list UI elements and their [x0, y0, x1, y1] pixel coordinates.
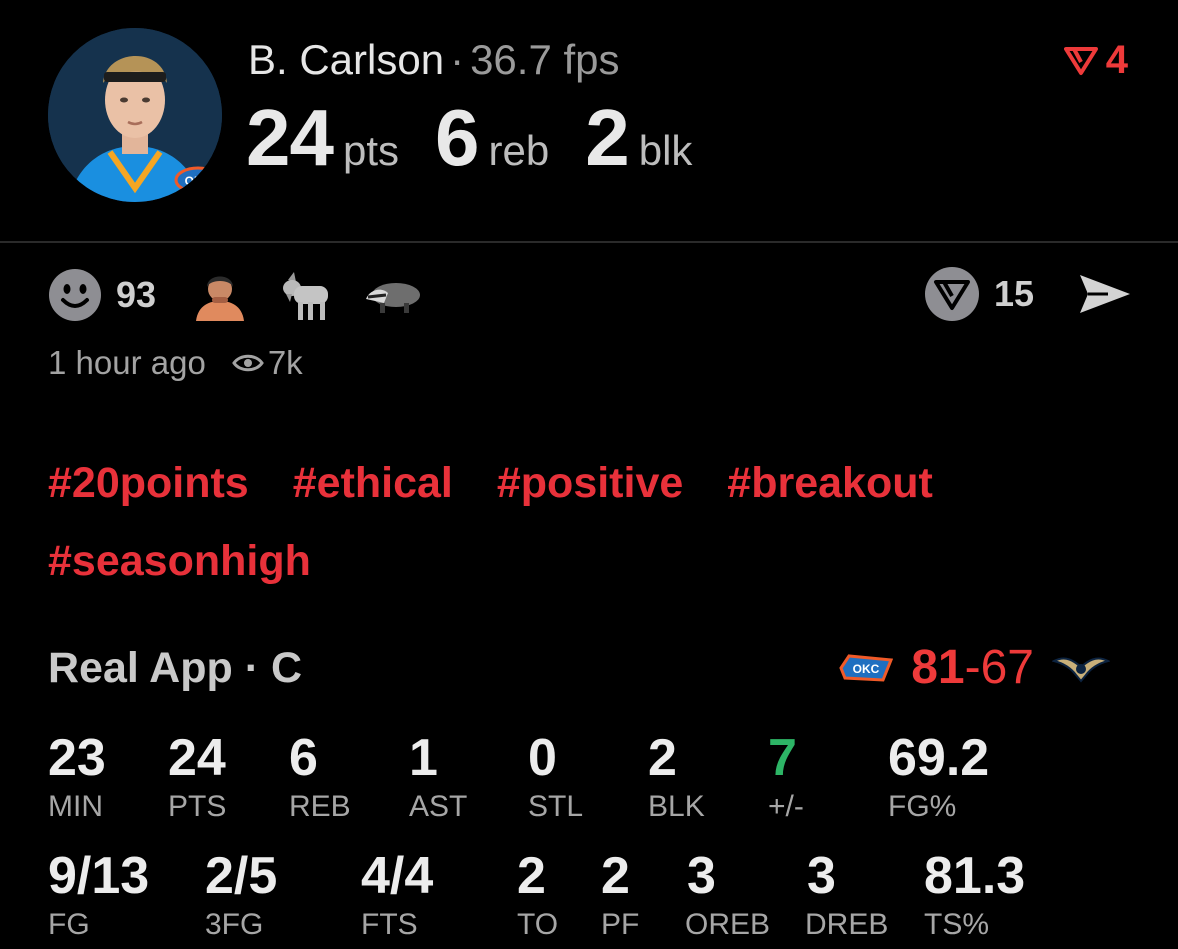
stat-3fg: 2/5 3FG	[205, 850, 277, 942]
stat-fg-pct: 69.2 FG%	[888, 732, 989, 824]
player-name-line: B. Carlson · 36.7 fps	[248, 36, 620, 84]
game-score[interactable]: OKC 81-67	[821, 640, 1128, 695]
stat-value: 0	[528, 729, 557, 787]
game-source-title: Real App · C	[48, 644, 303, 692]
headline-blk-value: 2	[585, 93, 629, 182]
stat-value: 7	[768, 729, 797, 787]
vote-badge[interactable]: 4	[1063, 38, 1128, 83]
headline-pts-value: 24	[246, 93, 334, 182]
post-time: 1 hour ago	[48, 344, 206, 381]
score-dash: -	[964, 641, 981, 694]
stat-value: 2	[517, 847, 546, 905]
stat-pts: 24 PTS	[168, 732, 226, 824]
stat-label: DREB	[805, 908, 889, 941]
headline-pts-unit: pts	[342, 127, 400, 174]
stat-value: 2/5	[205, 847, 278, 905]
reactions-bar: 93	[48, 268, 452, 322]
eye-icon	[232, 354, 264, 372]
stat-value: 2	[601, 847, 630, 905]
away-score: 67	[980, 641, 1034, 694]
hashtag[interactable]: #ethical	[293, 444, 453, 522]
header-divider	[0, 241, 1178, 243]
stat-reb: 6 REB	[289, 732, 351, 824]
stat-value: 23	[48, 729, 106, 787]
stat-to: 2 TO	[517, 850, 558, 942]
stat-value: 3	[687, 847, 716, 905]
person-emoji-icon[interactable]	[192, 269, 248, 321]
stat-label: +/-	[768, 790, 804, 823]
stat-label: TS%	[924, 908, 990, 941]
stat-value: 6	[289, 729, 318, 787]
vote-count: 4	[1105, 38, 1128, 82]
headline-stats: 24 pts 6 reb 2 blk	[246, 98, 728, 178]
stat-label: FTS	[361, 908, 418, 941]
player-avatar[interactable]: OKC	[48, 28, 222, 202]
stat-label: MIN	[48, 790, 103, 823]
pelicans-logo-icon	[1052, 657, 1110, 683]
reaction-count: 93	[116, 274, 157, 315]
name-separator: ·	[450, 36, 465, 83]
okc-logo-icon: OKC	[839, 653, 894, 682]
stat-dreb: 3 DREB	[805, 850, 888, 942]
stat-value: 69.2	[888, 729, 990, 787]
post-meta: 1 hour ago 7k	[48, 344, 303, 382]
stat-stl: 0 STL	[528, 732, 583, 824]
stat-plus-minus: 7 +/-	[768, 732, 804, 824]
post-actions: 15	[924, 266, 1132, 322]
stat-value: 1	[409, 729, 438, 787]
view-count-value: 7k	[267, 344, 303, 381]
hashtag-list: #20points #ethical #positive #breakout #seas…	[48, 444, 1138, 600]
stat-fts: 4/4 FTS	[361, 850, 433, 942]
stat-pf: 2 PF	[601, 850, 639, 942]
hashtag[interactable]: #20points	[48, 444, 249, 522]
headline-blk-unit: blk	[638, 127, 693, 174]
stat-label: AST	[409, 790, 468, 823]
stat-label: PF	[601, 908, 640, 941]
stat-label: 3FG	[205, 908, 264, 941]
red-v-logo-icon	[1063, 46, 1098, 75]
stat-value: 4/4	[361, 847, 434, 905]
stat-min: 23 MIN	[48, 732, 106, 824]
stat-label: OREB	[685, 908, 771, 941]
badger-emoji-icon[interactable]	[364, 275, 422, 315]
v-logo-icon[interactable]	[924, 266, 980, 322]
stat-blk: 2 BLK	[648, 732, 705, 824]
headline-reb-unit: reb	[488, 127, 550, 174]
fps-score: 36.7 fps	[470, 36, 620, 83]
stat-value: 3	[807, 847, 836, 905]
home-score: 81	[911, 641, 965, 694]
stat-label: FG	[48, 908, 90, 941]
goat-emoji-icon[interactable]	[278, 268, 334, 322]
svg-text:OKC: OKC	[853, 662, 880, 676]
stat-value: 81.3	[924, 847, 1026, 905]
stat-value: 24	[168, 729, 226, 787]
stat-ts-pct: 81.3 TS%	[924, 850, 1025, 942]
view-count: 7k	[232, 344, 303, 382]
stat-label: REB	[289, 790, 351, 823]
stat-label: BLK	[648, 790, 705, 823]
svg-text:OKC: OKC	[185, 174, 212, 188]
stat-value: 9/13	[48, 847, 150, 905]
hashtag[interactable]: #breakout	[727, 444, 933, 522]
stat-ast: 1 AST	[409, 732, 467, 824]
stat-label: FG%	[888, 790, 957, 823]
send-icon[interactable]	[1078, 271, 1132, 317]
stat-label: STL	[528, 790, 584, 823]
headline-reb-value: 6	[435, 93, 479, 182]
smiley-reaction-icon[interactable]	[48, 268, 102, 322]
player-name[interactable]: B. Carlson	[248, 36, 444, 83]
stat-value: 2	[648, 729, 677, 787]
stat-fg: 9/13 FG	[48, 850, 149, 942]
stat-label: TO	[517, 908, 559, 941]
stat-oreb: 3 OREB	[685, 850, 770, 942]
hashtag[interactable]: #seasonhigh	[48, 522, 311, 600]
hashtag[interactable]: #positive	[497, 444, 683, 522]
player-portrait-icon: OKC	[48, 28, 222, 202]
stat-label: PTS	[168, 790, 227, 823]
v-count: 15	[993, 273, 1034, 314]
